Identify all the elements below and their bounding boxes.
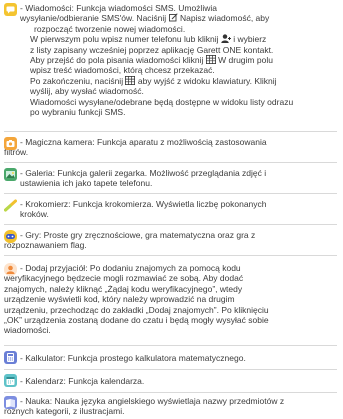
games-section: - Gry: Proste gry zręcznościowe, gra mat… — [4, 230, 337, 251]
gallery-line-2: ustawienia ich jako tapete telefonu. — [20, 178, 153, 189]
divider — [4, 345, 337, 346]
divider — [4, 131, 337, 132]
learning-line-2: różnych kategorii, z ilustracjami. — [4, 406, 125, 417]
camera-line-2: filtrów. — [4, 147, 29, 158]
calculator-line-1: - Kalkulator: Funkcja prostego kalkulato… — [20, 353, 246, 363]
calendar-section: - Kalendarz: Funkcja kalendarza. — [4, 374, 337, 387]
gallery-line-1: - Galeria: Funkcja galerii zegarka. Możl… — [20, 168, 267, 178]
divider — [4, 392, 337, 393]
compose-icon — [168, 13, 178, 22]
camera-section: - Magiczna kamera: Funkcja aparatu z moż… — [4, 137, 337, 158]
divider — [4, 193, 337, 194]
calendar-icon — [4, 374, 17, 387]
sms-line-7: wpisz treść wiadomości, którą chcesz prz… — [30, 65, 215, 76]
friends-line-2: weryfikacyjnego będzecie mogli rozmawiać… — [4, 273, 244, 284]
divider — [4, 255, 337, 256]
sms-line-9: wyślij, aby wysłać wiadomość. — [30, 86, 144, 97]
sms-line-3: rozpocząć tworzenie nowej wiadomości. — [34, 23, 186, 34]
sms-line-1: - Wiadomości: Funkcja wiadomości SMS. Um… — [20, 3, 217, 13]
friends-line-4: urządzenie wyświetli kod, który należy w… — [4, 294, 235, 305]
learning-icon — [4, 396, 17, 409]
sms-section: - Wiadomości: Funkcja wiadomości SMS. Um… — [4, 3, 337, 117]
add-friends-icon — [4, 263, 17, 276]
games-line-1: - Gry: Proste gry zręcznościowe, gra mat… — [20, 230, 256, 240]
manual-page: - Wiadomości: Funkcja wiadomości SMS. Um… — [0, 0, 343, 419]
pedometer-line-2: kroków. — [20, 209, 49, 220]
pedometer-icon — [4, 199, 17, 212]
sms-line-4: W pierwszym polu wpisz numer telefonu lu… — [30, 34, 267, 45]
divider — [4, 224, 337, 225]
sms-line-6: Aby przejść do pola pisania wiadomości k… — [30, 55, 273, 66]
sms-line-10: Wiadomości wysyłane/odebrane będą dostęp… — [30, 96, 294, 107]
contact-icon — [221, 34, 231, 44]
friends-section: - Dodaj przyjaciół: Po dodaniu znajomych… — [4, 263, 337, 336]
games-line-2: rozpoznawaniem flag. — [4, 240, 87, 251]
friends-line-6: „OK” urządzenia zostaną dodane do czatu … — [4, 315, 269, 326]
sms-line-8: Po zakończeniu, naciśnij aby wyjść z wid… — [30, 75, 277, 86]
friends-line-5: urządzeniu, przechodząc do zakładki „Dod… — [4, 304, 269, 315]
gallery-icon — [4, 168, 17, 181]
keyboard-icon — [125, 75, 136, 85]
keyboard-icon — [205, 55, 216, 65]
sms-line-2: wysyłanie/odbieranie SMS'ów. Naciśnij Na… — [20, 13, 270, 24]
games-icon — [4, 230, 17, 243]
divider — [4, 162, 337, 163]
friends-line-7: wiadomości. — [4, 325, 51, 336]
message-icon — [4, 3, 17, 16]
learning-line-1: - Nauka: Nauka języka angielskiego wyświ… — [20, 396, 285, 406]
gallery-section: - Galeria: Funkcja galerii zegarka. Możl… — [4, 168, 337, 189]
pedometer-line-1: - Krokomierz: Funkcja krokomierza. Wyświ… — [20, 199, 267, 209]
calculator-icon — [4, 351, 17, 364]
sms-line-11: po wybraniu funkcji SMS. — [30, 107, 126, 118]
camera-line-1: - Magiczna kamera: Funkcja aparatu z moż… — [20, 137, 267, 147]
friends-line-1: - Dodaj przyjaciół: Po dodaniu znajomych… — [20, 263, 241, 273]
learning-section: - Nauka: Nauka języka angielskiego wyświ… — [4, 396, 337, 417]
friends-line-3: znajomych, należy kliknąć „Żądaj kodu we… — [4, 283, 243, 294]
divider — [4, 369, 337, 370]
sms-line-5: z listy zapisany wcześniej poprzez aplik… — [30, 44, 274, 55]
camera-icon — [4, 137, 17, 150]
pedometer-section: - Krokomierz: Funkcja krokomierza. Wyświ… — [4, 199, 337, 220]
calendar-line-1: - Kalendarz: Funkcja kalendarza. — [20, 376, 145, 386]
calculator-section: - Kalkulator: Funkcja prostego kalkulato… — [4, 351, 337, 364]
